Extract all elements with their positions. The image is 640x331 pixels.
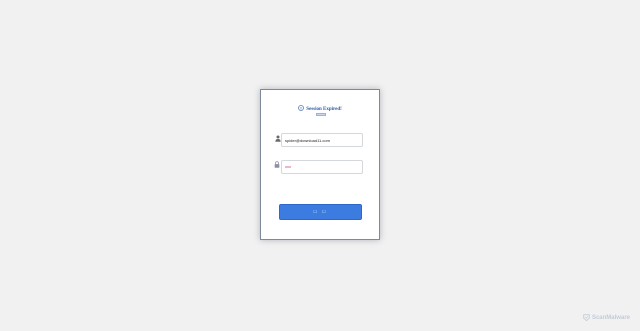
email-field[interactable] [281, 133, 363, 147]
dialog-title: Session Expired! [306, 107, 342, 112]
password-field[interactable] [281, 160, 363, 174]
submit-button[interactable]: ☐ ☐ [279, 204, 362, 220]
watermark-text: ScanMalware [591, 314, 630, 321]
scanmalware-logo-icon [583, 314, 590, 321]
lock-icon [274, 161, 280, 168]
page: Session Expired! ☐ ☐ ScanMalware [0, 0, 640, 331]
session-expired-dialog: Session Expired! ☐ ☐ [260, 89, 380, 240]
smiley-icon [298, 105, 305, 111]
password-placeholder-mark [285, 166, 291, 168]
subtitle-badge [316, 113, 326, 116]
watermark: ScanMalware [583, 314, 630, 321]
